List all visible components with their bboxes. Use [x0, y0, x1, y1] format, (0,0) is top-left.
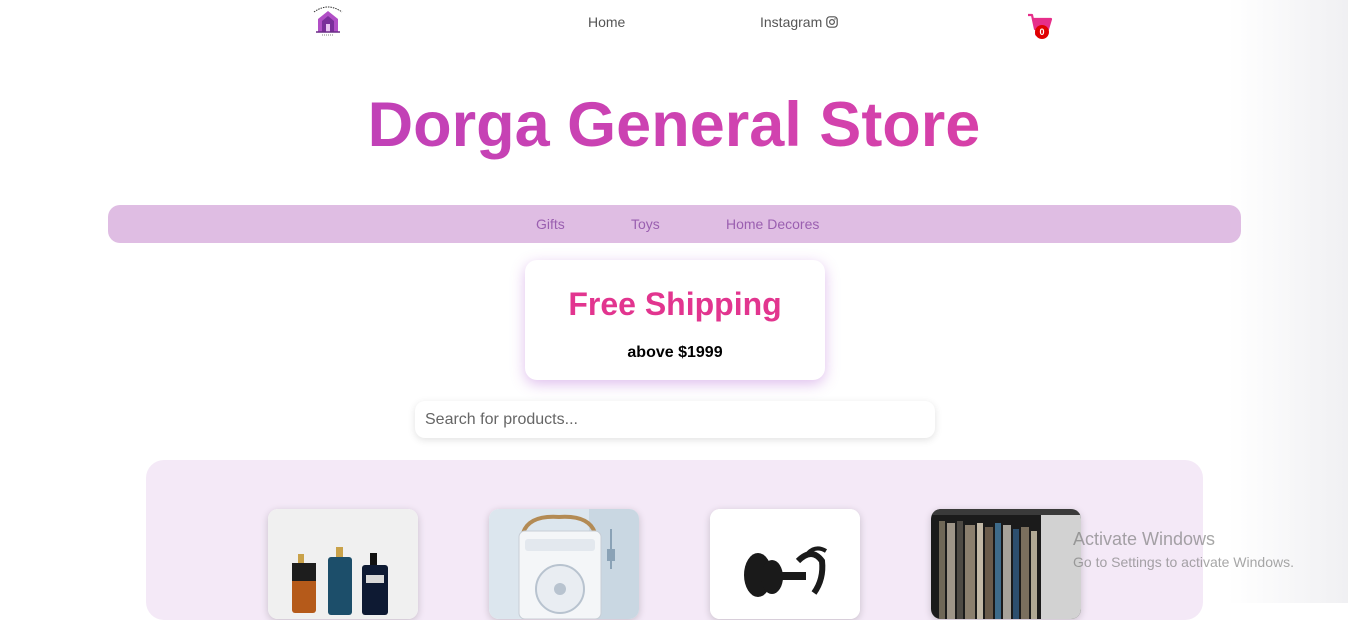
activate-windows-subtitle: Go to Settings to activate Windows. — [1073, 554, 1294, 570]
category-home-decores[interactable]: Home Decores — [726, 216, 819, 232]
category-bar: Gifts Toys Home Decores — [108, 205, 1241, 243]
store-logo[interactable] — [308, 4, 348, 38]
category-toys[interactable]: Toys — [631, 216, 660, 232]
category-gifts[interactable]: Gifts — [536, 216, 565, 232]
nav-instagram-label: Instagram — [760, 14, 823, 30]
nav-home-link[interactable]: Home — [588, 14, 625, 30]
shipping-subtitle: above $1999 — [627, 344, 723, 361]
house-logo-icon — [313, 6, 343, 36]
instagram-icon — [826, 16, 839, 28]
search-input[interactable] — [415, 401, 935, 438]
activate-windows-title: Activate Windows — [1073, 529, 1216, 549]
cart-count-badge: 0 — [1035, 25, 1049, 39]
free-shipping-card: Free Shipping above $1999 — [525, 260, 825, 380]
nav-instagram-link[interactable]: Instagram — [760, 14, 839, 30]
store-title: Dorga General Store — [0, 88, 1348, 163]
shipping-title: Free Shipping — [568, 286, 782, 322]
